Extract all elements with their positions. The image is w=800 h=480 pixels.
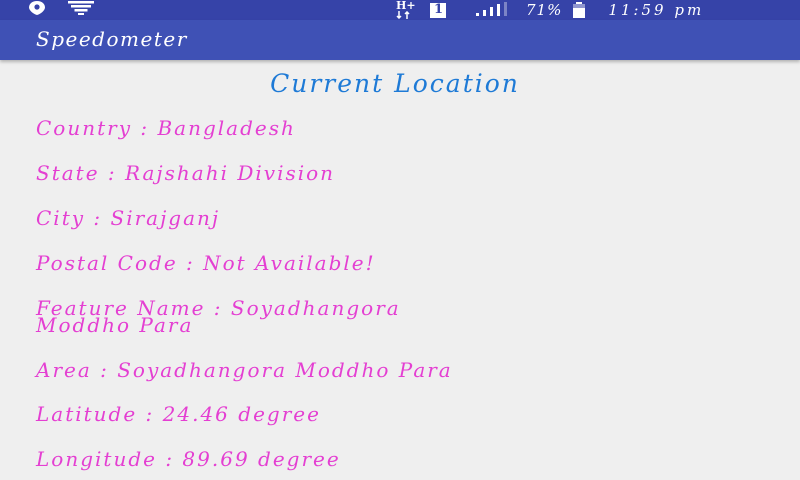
status-bar-right-icons: H+ 1 71% 11:59 pm	[396, 0, 704, 20]
country-field: Country : Bangladesh	[36, 116, 296, 140]
city-field: City : Sirajganj	[36, 206, 221, 230]
app-bar: Speedometer	[0, 20, 800, 60]
page-title: Current Location	[270, 69, 520, 98]
status-time: 11:59 pm	[608, 1, 705, 19]
battery-icon	[572, 2, 586, 18]
feature-name-field-continuation: Moddho Para	[36, 313, 194, 337]
sim-slot-label: 1	[434, 1, 444, 17]
area-field: Area : Soyadhangora Moddho Para	[36, 358, 453, 382]
longitude-field: Longitude : 89.69 degree	[36, 447, 341, 471]
app-title: Speedometer	[36, 27, 188, 51]
signal-icon	[476, 2, 510, 18]
battery-percent: 71%	[526, 1, 563, 19]
network-type-icon: H+	[396, 0, 416, 20]
location-info-panel: Current Location Country : Bangladesh St…	[0, 60, 800, 480]
state-field: State : Rajshahi Division	[36, 161, 336, 185]
postal-code-field: Postal Code : Not Available!	[36, 251, 376, 275]
location-icon	[28, 0, 46, 20]
status-bar-left-icons	[28, 0, 94, 20]
latitude-field: Latitude : 24.46 degree	[36, 402, 321, 426]
wifi-icon	[68, 0, 94, 20]
sim-icon: 1	[430, 1, 446, 18]
status-bar: H+ 1 71% 11:59 pm	[0, 0, 800, 20]
